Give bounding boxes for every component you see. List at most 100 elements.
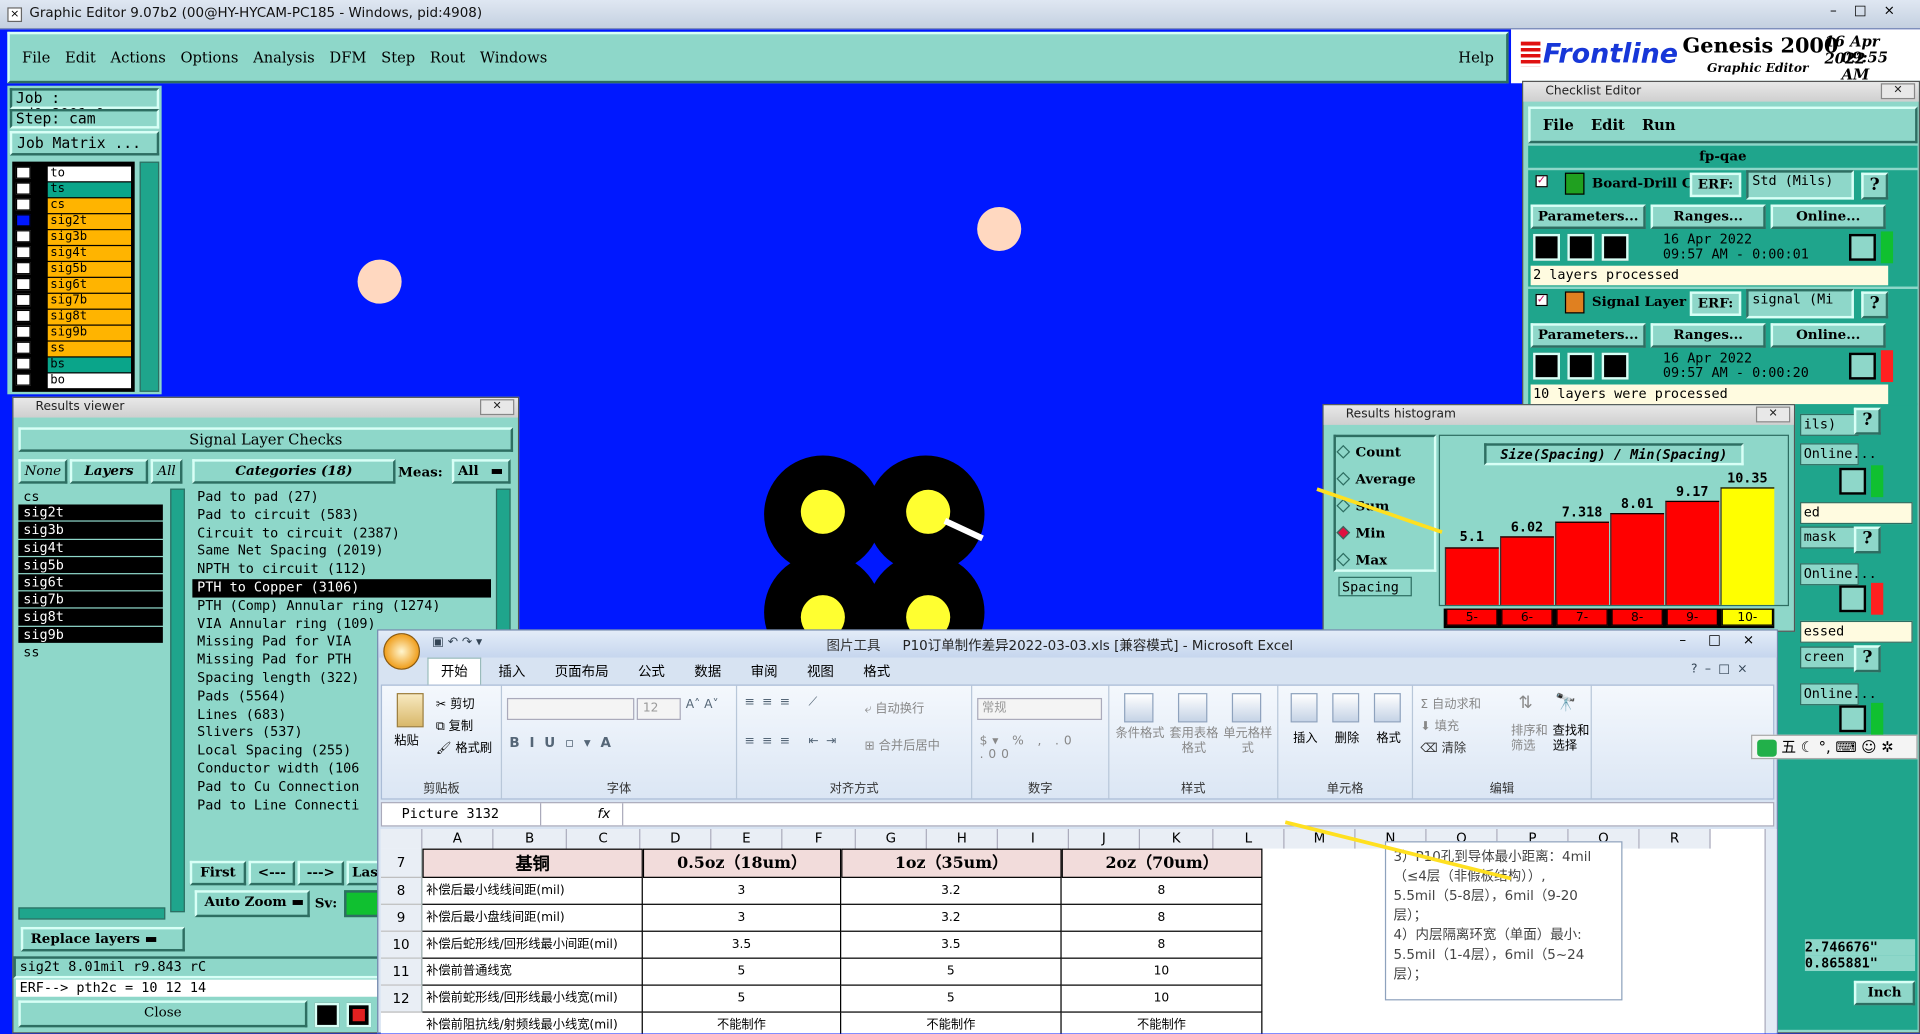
help-button[interactable]: ? [1861,291,1889,319]
zoom-icon[interactable] [1839,705,1867,733]
menu-dfm[interactable]: DFM [329,49,366,66]
meas-dropdown[interactable]: All ▬ [451,459,511,484]
checklist-menu-file[interactable]: File [1543,116,1574,133]
canvas-pad-2[interactable] [977,206,1022,252]
help-button[interactable]: ? [1853,645,1881,673]
layer-checkbox[interactable] [15,341,31,354]
zoom-icon[interactable] [1848,233,1876,261]
layer-sig6t[interactable]: sig6t [47,277,132,293]
results-category[interactable]: PTH to Copper (3106) [192,579,492,598]
table-cell[interactable]: 10 [1061,958,1263,986]
results-layer-cs[interactable]: cs [18,489,170,505]
layer-sig8t[interactable]: sig8t [47,309,132,325]
table-cell[interactable]: 8 [1061,931,1263,959]
table-cell[interactable]: 补偿后最小线线间距(mil) [422,877,643,905]
ribbon-tab-7[interactable]: 格式 [851,659,902,686]
table-header-cell[interactable]: 2oz（70um） [1061,848,1263,878]
results-layer-sig8t[interactable]: sig8t [18,608,163,626]
categories-button[interactable]: Categories (18) [192,459,396,484]
style-icon[interactable] [1231,693,1262,723]
layer-sig7b[interactable]: sig7b [47,293,132,309]
results-category[interactable]: Pad to circuit (583) [192,507,491,525]
layer-sig5b[interactable]: sig5b [47,262,132,277]
table-header-cell[interactable]: 基铜 [422,848,643,878]
layer-checkbox[interactable] [15,214,31,227]
column-header-A[interactable]: A [422,828,494,849]
ribbon-tab-5[interactable]: 审阅 [738,659,789,686]
histogram-bin[interactable]: 5- [1446,608,1498,626]
table-cell[interactable]: 3.2 [841,877,1062,905]
histogram-bar[interactable] [1444,546,1499,605]
histogram-bin[interactable]: 8- [1611,608,1663,626]
ime-bar[interactable]: 五 ☾ °, ⌨ ☺ ✲ [1751,734,1918,760]
canvas-via-cluster[interactable] [759,453,994,672]
checklist-partial-row[interactable]: creen [1800,646,1859,669]
font-name-box[interactable] [506,697,635,721]
zoom-icon[interactable] [1839,467,1867,495]
office-button[interactable] [383,633,421,670]
histogram-option-min[interactable]: Min [1336,525,1385,541]
layer-checkbox[interactable] [15,246,31,259]
column-header-C[interactable]: C [566,828,641,849]
quick-access-icons[interactable]: ▣ ↶ ↷ ▾ [432,636,518,653]
cells-label[interactable]: 格式 [1369,727,1408,745]
layer-checkbox[interactable] [15,293,31,307]
column-header-B[interactable]: B [493,828,567,849]
name-box[interactable]: Picture 3132 [382,803,542,826]
spacing-field[interactable]: Spacing [1338,576,1412,597]
histogram-bar[interactable] [1610,513,1665,605]
table-cell[interactable]: 5 [841,985,1062,1013]
number-format-box[interactable]: 常规 [977,697,1103,721]
checklist-partial-row[interactable]: Online... [1800,683,1877,706]
table-cell[interactable]: 3 [642,904,842,932]
erf-value[interactable]: signal (Mi [1746,288,1854,319]
results-layer-sig2t[interactable]: sig2t [18,504,163,521]
menu-help[interactable]: Help [1458,49,1494,66]
zoom-icon[interactable] [1839,585,1867,613]
table-cell[interactable]: 不能制作 [841,1012,1062,1034]
results-category[interactable]: Circuit to circuit (2387) [192,525,491,543]
layer-sig3b[interactable]: sig3b [47,230,132,245]
cells-label[interactable]: 删除 [1327,727,1366,745]
job-matrix-button[interactable]: Job Matrix ... [9,131,160,156]
results-category[interactable]: PTH (Comp) Annular ring (1274) [192,597,491,615]
run-icon[interactable] [1533,352,1561,380]
autosum-button[interactable]: Σ 自动求和 [1420,693,1481,711]
checklist-partial-row[interactable]: ils) [1800,413,1859,436]
clear-button[interactable]: ⌫ 清除 [1420,737,1466,755]
paste-icon[interactable] [396,693,424,728]
run-icon[interactable] [1533,233,1561,261]
table-cell[interactable]: 3.5 [841,931,1062,959]
menu-file[interactable]: File [22,49,50,66]
results-layer-sig5b[interactable]: sig5b [18,556,163,573]
histogram-bin[interactable]: 9- [1666,608,1718,626]
paste-label[interactable]: 粘贴 [394,730,418,748]
table-cell[interactable]: 不能制作 [1062,1012,1263,1034]
ribbon-tab-3[interactable]: 公式 [626,659,677,686]
histogram-bin[interactable]: 6- [1501,608,1553,626]
canvas-pad-1[interactable] [357,259,402,304]
layer-sig9b[interactable]: sig9b [47,325,132,341]
results-hscrollbar[interactable] [18,907,166,920]
layer-bo[interactable]: bo [47,373,132,389]
column-header-K[interactable]: K [1140,828,1214,849]
checklist-partial-row[interactable]: Online... [1800,563,1877,586]
layer-checkbox[interactable] [15,309,31,323]
copy-button[interactable]: ⧉ 复制 [436,715,473,733]
row-header-12[interactable]: 12 [380,985,423,1013]
table-header-cell[interactable]: 0.5oz（18um） [642,848,842,878]
table-cell[interactable]: 不能制作 [643,1012,842,1034]
ribbon-tab-6[interactable]: 视图 [795,659,846,686]
table-cell[interactable]: 补偿后蛇形线/回形线最小间距(mil) [422,931,643,959]
find-select-icon[interactable]: 🔭 [1555,693,1576,713]
layer-checkbox[interactable] [15,325,31,338]
layer-ts[interactable]: ts [47,182,132,198]
sort-filter-icon[interactable]: ⇅ [1518,693,1545,720]
checklist-menu-edit[interactable]: Edit [1591,116,1625,133]
histogram-bin[interactable]: 7- [1556,608,1608,626]
table-cell[interactable]: 8 [1061,904,1263,932]
close-icon[interactable]: ✕ [480,399,515,416]
column-header-E[interactable]: E [711,828,783,849]
row-header-9[interactable]: 9 [380,904,423,932]
align-icons-2[interactable]: ≡≡≡ ⇤⇥ [744,735,843,748]
